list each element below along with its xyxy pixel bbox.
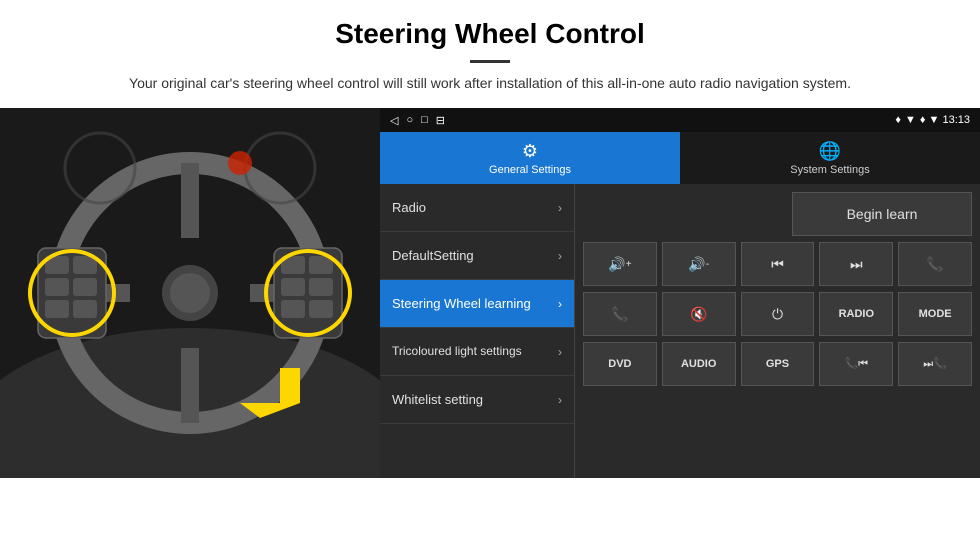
power-button[interactable]: ⏻: [741, 292, 815, 336]
settings-list: Radio › DefaultSetting › Steering Wheel …: [380, 184, 575, 478]
tab-system-settings[interactable]: 🌐 System Settings: [680, 132, 980, 184]
controls-row-1: 🔊+ 🔊- ⏮ ⏭ 📞: [583, 242, 972, 286]
settings-area: Radio › DefaultSetting › Steering Wheel …: [380, 184, 980, 478]
recents-icon[interactable]: □: [421, 114, 428, 126]
home-icon[interactable]: ○: [406, 114, 413, 126]
default-chevron: ›: [558, 249, 562, 263]
audio-button[interactable]: AUDIO: [662, 342, 736, 386]
back-icon[interactable]: ◁: [390, 114, 398, 127]
radio-chevron: ›: [558, 201, 562, 215]
status-nav-icons: ◁ ○ □ ⊟: [390, 114, 445, 127]
setting-item-default[interactable]: DefaultSetting ›: [380, 232, 574, 280]
begin-learn-row: Begin learn: [583, 192, 972, 236]
tricoloured-label: Tricoloured light settings: [392, 344, 522, 360]
answer-button[interactable]: 📞: [583, 292, 657, 336]
screenshot-icon[interactable]: ⊟: [436, 114, 445, 127]
steering-chevron: ›: [558, 297, 562, 311]
tab-system-label: System Settings: [790, 164, 869, 176]
setting-item-whitelist[interactable]: Whitelist setting ›: [380, 376, 574, 424]
controls-panel: Begin learn 🔊+ 🔊- ⏮ ⏭ 📞 📞 🔇 ⏻ RADIO MOD: [575, 184, 980, 478]
setting-item-steering[interactable]: Steering Wheel learning ›: [380, 280, 574, 328]
call-next-button[interactable]: ⏭📞: [898, 342, 972, 386]
globe-icon: 🌐: [819, 141, 841, 162]
tab-general-settings[interactable]: ⚙ General Settings: [380, 132, 680, 184]
call-button[interactable]: 📞: [898, 242, 972, 286]
vol-up-button[interactable]: 🔊+: [583, 242, 657, 286]
gps-button[interactable]: GPS: [741, 342, 815, 386]
title-divider: [470, 60, 510, 63]
tab-general-label: General Settings: [489, 164, 571, 176]
default-label: DefaultSetting: [392, 248, 474, 263]
android-ui: ◁ ○ □ ⊟ ♦ ▼ ♦ ▼ 13:13 ⚙ General Settings…: [380, 108, 980, 478]
radio-label: Radio: [392, 200, 426, 215]
call-prev-button[interactable]: 📞⏮: [819, 342, 893, 386]
steering-label: Steering Wheel learning: [392, 296, 531, 311]
mute-button[interactable]: 🔇: [662, 292, 736, 336]
tricoloured-chevron: ›: [558, 345, 562, 359]
signal-icon: ▼: [905, 114, 916, 126]
mode-button[interactable]: MODE: [898, 292, 972, 336]
radio-button[interactable]: RADIO: [819, 292, 893, 336]
steering-wheel-area: [0, 108, 380, 478]
gear-icon: ⚙: [522, 141, 538, 162]
whitelist-chevron: ›: [558, 393, 562, 407]
controls-row-2: 📞 🔇 ⏻ RADIO MODE: [583, 292, 972, 336]
location-icon: ♦: [895, 114, 901, 126]
page-subtitle: Your original car's steering wheel contr…: [0, 73, 980, 94]
clock: ♦ ▼ 13:13: [920, 114, 970, 126]
setting-item-tricoloured[interactable]: Tricoloured light settings ›: [380, 328, 574, 376]
status-right: ♦ ▼ ♦ ▼ 13:13: [895, 114, 970, 126]
setting-item-radio[interactable]: Radio ›: [380, 184, 574, 232]
tab-bar: ⚙ General Settings 🌐 System Settings: [380, 132, 980, 184]
prev-track-button[interactable]: ⏮: [741, 242, 815, 286]
next-track-button[interactable]: ⏭: [819, 242, 893, 286]
dvd-button[interactable]: DVD: [583, 342, 657, 386]
controls-row-3: DVD AUDIO GPS 📞⏮ ⏭📞: [583, 342, 972, 386]
whitelist-label: Whitelist setting: [392, 392, 483, 407]
page-title: Steering Wheel Control: [0, 0, 980, 54]
vol-down-button[interactable]: 🔊-: [662, 242, 736, 286]
begin-learn-button[interactable]: Begin learn: [792, 192, 972, 236]
status-bar: ◁ ○ □ ⊟ ♦ ▼ ♦ ▼ 13:13: [380, 108, 980, 132]
